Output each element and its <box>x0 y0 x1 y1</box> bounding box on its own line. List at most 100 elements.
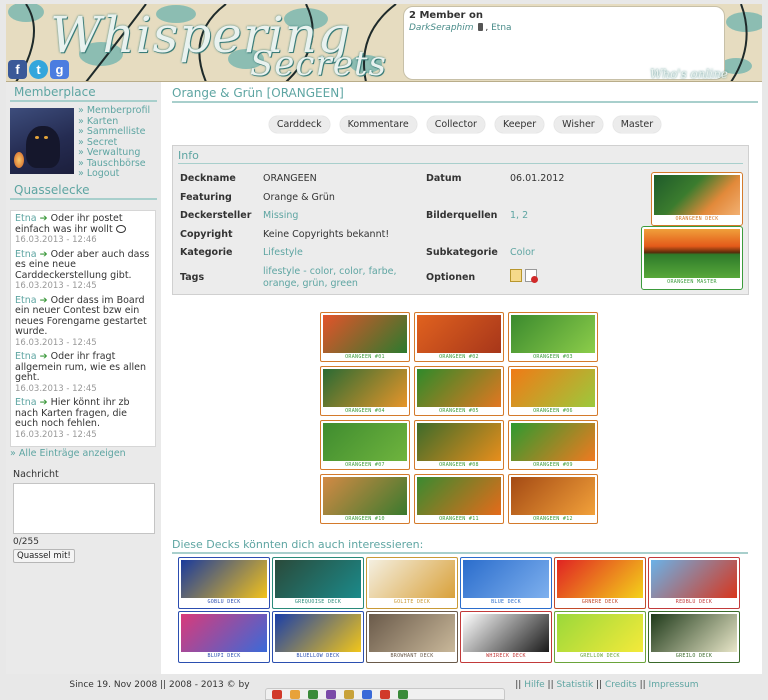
suggested-deck-3[interactable]: GOLITE DECK <box>366 557 458 609</box>
suggested-decks: GOBLU DECK GREQUOISE DECK GOLITE DECK BLUE … <box>178 557 740 663</box>
footer-link-impressum[interactable]: Impressum <box>649 680 699 690</box>
add-to-wishlist-icon[interactable] <box>510 269 522 282</box>
quasselecke-heading: Quasselecke <box>10 183 157 200</box>
message-textarea[interactable] <box>13 483 155 534</box>
card-caption: ORANGEEN #12 <box>533 516 573 522</box>
suggested-deck-image <box>181 614 267 652</box>
tab-collector[interactable]: Collector <box>426 116 485 133</box>
subkategorie-label: Subkategorie <box>426 247 498 258</box>
shout-user[interactable]: Etna <box>15 249 37 260</box>
shout-item: Etna ➔ Oder dass im Board ein neuer Cont… <box>15 295 151 349</box>
suggested-deck-4[interactable]: BLUE DECK <box>460 557 552 609</box>
shout-user[interactable]: Etna <box>15 295 37 306</box>
deck-card[interactable]: ORANGEEN DECK <box>651 172 743 226</box>
suggested-deck-caption: REDBLU DECK <box>675 599 713 605</box>
tab-master[interactable]: Master <box>612 116 662 133</box>
footer-link-statistik[interactable]: Statistik <box>556 680 593 690</box>
copyright-value: Keine Copyrights bekannt! <box>263 229 390 240</box>
google-icon[interactable]: g <box>50 60 69 79</box>
tab-wisher[interactable]: Wisher <box>554 116 603 133</box>
deck-card-6[interactable]: ORANGEEN #06 <box>508 366 598 416</box>
whos-online-label: Who's online <box>650 67 729 81</box>
card-image <box>417 423 501 461</box>
facebook-icon[interactable]: f <box>8 60 27 79</box>
suggested-deck-10[interactable]: WHIRECK DECK <box>460 611 552 663</box>
suggested-deck-5[interactable]: GRNERE DECK <box>554 557 646 609</box>
arrow-right-icon: ➔ <box>39 351 48 362</box>
deck-card-5[interactable]: ORANGEEN #05 <box>414 366 504 416</box>
toolbar-icon[interactable] <box>398 689 408 699</box>
deck-card-11[interactable]: ORANGEEN #11 <box>414 474 504 524</box>
suggested-deck-caption: GRNERE DECK <box>581 599 619 605</box>
show-all-entries-link[interactable]: Alle Einträge anzeigen <box>10 448 126 459</box>
suggested-deck-caption: BROWHANT DECK <box>390 653 434 659</box>
card-image <box>323 315 407 353</box>
master-card[interactable]: ORANGEEN MASTER <box>641 226 743 290</box>
subkategorie-value[interactable]: Color <box>510 247 535 258</box>
suggested-deck-image <box>369 614 455 652</box>
link-verwaltung[interactable]: Verwaltung <box>78 147 150 159</box>
card-image <box>511 315 595 353</box>
suggested-deck-1[interactable]: GOBLU DECK <box>178 557 270 609</box>
tags-line-1[interactable]: lifestyle - color, color, farbe, <box>263 266 397 277</box>
card-image <box>323 423 407 461</box>
card-grid: ORANGEEN #01 ORANGEEN #02 ORANGEEN #03 ORAN… <box>320 312 602 524</box>
toolbar-icon[interactable] <box>344 689 354 699</box>
link-logout[interactable]: Logout <box>78 168 150 180</box>
deckersteller-value[interactable]: Missing <box>263 210 298 221</box>
kategorie-value[interactable]: Lifestyle <box>263 247 303 258</box>
suggested-deck-2[interactable]: GREQUOISE DECK <box>272 557 364 609</box>
deckersteller-label: Deckersteller <box>180 210 252 221</box>
deck-card-7[interactable]: ORANGEEN #07 <box>320 420 410 470</box>
link-sammelliste[interactable]: Sammelliste <box>78 126 150 138</box>
optionen-label: Optionen <box>426 272 476 283</box>
footer-link-credits[interactable]: Credits <box>605 680 637 690</box>
shout-user[interactable]: Etna <box>15 351 37 362</box>
shout-user[interactable]: Etna <box>15 213 37 224</box>
remove-icon[interactable] <box>525 269 538 283</box>
deck-card-2[interactable]: ORANGEEN #02 <box>414 312 504 362</box>
footer-link-hilfe[interactable]: Hilfe <box>524 680 544 690</box>
memberplace-section: Memberplace Memberprofil Karten Sammelli… <box>6 82 161 179</box>
featuring-value: Orange & Grün <box>263 192 335 203</box>
suggested-deck-7[interactable]: BLUPI DECK <box>178 611 270 663</box>
suggested-deck-9[interactable]: BROWHANT DECK <box>366 611 458 663</box>
deck-card-9[interactable]: ORANGEEN #09 <box>508 420 598 470</box>
site-header: Whispering Secrets f t g 2 Member on Dar… <box>6 4 762 82</box>
send-shout-button[interactable]: Quassel mit! <box>13 549 75 563</box>
toolbar-icon[interactable] <box>290 689 300 699</box>
link-memberprofil[interactable]: Memberprofil <box>78 105 150 117</box>
toolbar-icon[interactable] <box>308 689 318 699</box>
tab-keeper[interactable]: Keeper <box>494 116 545 133</box>
arrow-right-icon: ➔ <box>39 248 48 260</box>
deck-card-1[interactable]: ORANGEEN #01 <box>320 312 410 362</box>
deck-card-10[interactable]: ORANGEEN #10 <box>320 474 410 524</box>
suggested-deck-11[interactable]: GRELLOW DECK <box>554 611 646 663</box>
footer-copyright: Since 19. Nov 2008 || 2008 - 2013 © by <box>69 680 250 690</box>
shout-item: Etna ➔ Oder aber auch dass es eine neue … <box>15 248 151 292</box>
online-user[interactable]: Etna <box>491 23 511 33</box>
site-logo[interactable]: Whispering Secrets <box>50 6 386 81</box>
deck-card-8[interactable]: ORANGEEN #08 <box>414 420 504 470</box>
online-user[interactable]: DarkSeraphim <box>409 23 474 33</box>
bilderquellen-value[interactable]: 1, 2 <box>510 210 528 221</box>
deck-card-3[interactable]: ORANGEEN #03 <box>508 312 598 362</box>
deck-card-12[interactable]: ORANGEEN #12 <box>508 474 598 524</box>
toolbar-icon[interactable] <box>272 689 282 699</box>
suggested-deck-6[interactable]: REDBLU DECK <box>648 557 740 609</box>
suggested-deck-8[interactable]: BLUELLOW DECK <box>272 611 364 663</box>
card-image <box>417 477 501 515</box>
toolbar-icon[interactable] <box>362 689 372 699</box>
twitter-icon[interactable]: t <box>29 60 48 79</box>
toolbar-icon[interactable] <box>380 689 390 699</box>
suggested-deck-12[interactable]: GREILO DECK <box>648 611 740 663</box>
shout-user[interactable]: Etna <box>15 397 37 408</box>
deckname-label: Deckname <box>180 173 236 184</box>
tags-line-2[interactable]: orange, grün, green <box>263 278 358 289</box>
tab-carddeck[interactable]: Carddeck <box>268 116 330 133</box>
deck-card-4[interactable]: ORANGEEN #04 <box>320 366 410 416</box>
sidebar: Memberplace Memberprofil Karten Sammelli… <box>6 82 161 674</box>
toolbar-icon[interactable] <box>326 689 336 699</box>
featuring-label: Featuring <box>180 192 232 203</box>
tab-kommentare[interactable]: Kommentare <box>339 116 417 133</box>
